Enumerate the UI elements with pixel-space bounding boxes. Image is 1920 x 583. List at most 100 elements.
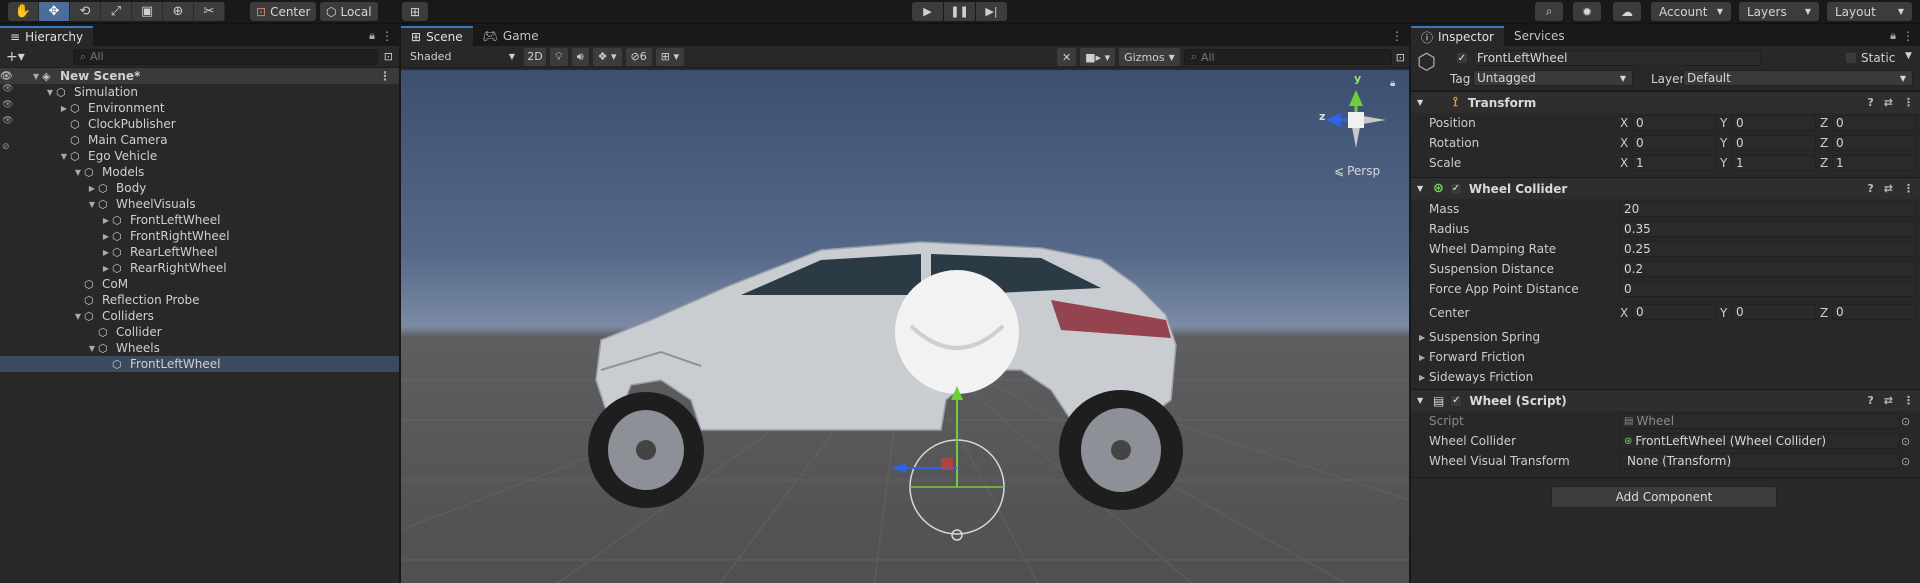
tab-services[interactable]: Services bbox=[1504, 26, 1575, 46]
hand-tool-icon[interactable]: ✋ bbox=[8, 2, 39, 21]
scale-tool-icon[interactable]: ⤢ bbox=[101, 2, 132, 21]
foldout[interactable]: ▶ Forward Friction bbox=[1411, 347, 1920, 367]
hidden-objects-toggle[interactable]: ⊘ 6 bbox=[625, 47, 652, 66]
rotate-tool-icon[interactable]: ⟲ bbox=[70, 2, 101, 21]
chevron-right-icon[interactable]: ▶ bbox=[1419, 353, 1425, 362]
wheel-collider-field[interactable]: 0 bbox=[1620, 281, 1916, 297]
cloud-button[interactable]: ☁ bbox=[1613, 2, 1641, 21]
transform-row-label[interactable]: Scale bbox=[1429, 156, 1461, 170]
grid-dropdown[interactable]: ⊞ ▾ bbox=[655, 47, 684, 66]
field-label[interactable]: Mass bbox=[1429, 202, 1459, 216]
chevron-down-icon[interactable]: ▼ bbox=[86, 344, 98, 353]
rect-tool-icon[interactable]: ▣ bbox=[132, 2, 163, 21]
rotation-y-field[interactable]: 0 bbox=[1732, 135, 1816, 151]
transform-row-label[interactable]: Rotation bbox=[1429, 136, 1479, 150]
lock-icon[interactable]: 🔒︎ bbox=[1890, 29, 1896, 43]
layer-dropdown[interactable]: Default ▼ bbox=[1683, 70, 1913, 86]
chevron-right-icon[interactable]: ▶ bbox=[58, 104, 70, 113]
rotation-x-field[interactable]: 0 bbox=[1632, 135, 1716, 151]
hidden-eye-icon[interactable]: ⊘ bbox=[2, 142, 10, 152]
chevron-down-icon[interactable]: ▼ bbox=[58, 152, 70, 161]
active-checkbox[interactable]: ✓ bbox=[1456, 52, 1468, 64]
hierarchy-item[interactable]: ▶ ⬡ FrontLeftWheel bbox=[0, 212, 399, 228]
lock-icon[interactable]: 🔒︎ bbox=[369, 29, 375, 43]
chevron-down-icon[interactable]: ▼ bbox=[30, 72, 42, 81]
chevron-right-icon[interactable]: ▶ bbox=[100, 264, 112, 273]
hierarchy-item[interactable]: ⬡ CoM bbox=[0, 276, 399, 292]
chevron-down-icon[interactable]: ▼ bbox=[1905, 51, 1912, 61]
scale-x-field[interactable]: 1 bbox=[1632, 155, 1716, 171]
wheel-collider-gizmo[interactable] bbox=[895, 270, 1019, 394]
chevron-right-icon[interactable]: ▶ bbox=[100, 216, 112, 225]
hierarchy-item[interactable]: ▼ ⬡ Colliders bbox=[0, 308, 399, 324]
hierarchy-item[interactable]: ▶ ⬡ Environment bbox=[0, 100, 399, 116]
wheel-collider-field[interactable]: 0.35 bbox=[1620, 221, 1916, 237]
chevron-right-icon[interactable]: ▶ bbox=[100, 232, 112, 241]
hierarchy-item[interactable]: ▶ ⬡ RearRightWheel bbox=[0, 260, 399, 276]
object-name-field[interactable]: FrontLeftWheel bbox=[1473, 50, 1761, 66]
hierarchy-item[interactable]: ▶ ⬡ FrontRightWheel bbox=[0, 228, 399, 244]
scene-viewport[interactable]: y z 🔒︎ ⩽ Persp bbox=[401, 70, 1409, 583]
step-button[interactable]: ▶| bbox=[976, 2, 1007, 21]
field-label[interactable]: Suspension Distance bbox=[1429, 262, 1554, 276]
collab-button[interactable]: ✹ bbox=[1573, 2, 1601, 21]
lighting-toggle[interactable]: 💡︎ bbox=[550, 47, 568, 66]
chevron-down-icon[interactable]: ▼ bbox=[72, 168, 84, 177]
center-x-field[interactable]: 0 bbox=[1632, 304, 1716, 320]
chevron-right-icon[interactable]: ▶ bbox=[1419, 333, 1425, 342]
mode-2d-button[interactable]: 2D bbox=[524, 47, 546, 66]
visibility-icon[interactable]: 👁︎ bbox=[2, 100, 13, 110]
transform-tool-icon[interactable]: ⊕ bbox=[163, 2, 194, 21]
tab-hierarchy[interactable]: ≡ Hierarchy bbox=[0, 26, 94, 46]
kebab-menu-icon[interactable]: ⋮ bbox=[1903, 394, 1914, 407]
add-component-button[interactable]: Add Component bbox=[1551, 486, 1777, 508]
wheel-script-header[interactable]: ▼ ▤ ✓ Wheel (Script) ? ⇄ ⋮ bbox=[1411, 389, 1920, 411]
account-dropdown[interactable]: Account ▼ bbox=[1651, 2, 1731, 21]
help-icon[interactable]: ? bbox=[1867, 182, 1873, 195]
scene-search-input[interactable]: ⌕ All bbox=[1183, 49, 1392, 65]
transform-header[interactable]: ▼ ⟟ Transform ? ⇄ ⋮ bbox=[1411, 91, 1920, 113]
static-checkbox[interactable] bbox=[1845, 52, 1857, 64]
scale-y-field[interactable]: 1 bbox=[1732, 155, 1816, 171]
hierarchy-item[interactable]: ▼ ⬡ Simulation bbox=[0, 84, 399, 100]
play-button[interactable]: ▶ bbox=[912, 2, 943, 21]
search-button[interactable]: ⌕ bbox=[1535, 2, 1563, 21]
visibility-icon[interactable]: 👁︎ bbox=[2, 84, 13, 94]
transform-row-label[interactable]: Position bbox=[1429, 116, 1476, 130]
chevron-down-icon[interactable]: ▼ bbox=[44, 88, 56, 97]
field-label[interactable]: Force App Point Distance bbox=[1429, 282, 1579, 296]
kebab-menu-icon[interactable]: ⋮ bbox=[1903, 96, 1914, 109]
camera-dropdown[interactable]: ■▸ ▾ bbox=[1080, 48, 1116, 66]
tools-button[interactable]: ✕ bbox=[1056, 48, 1077, 66]
gizmos-dropdown[interactable]: Gizmos ▼ bbox=[1119, 48, 1180, 66]
object-field[interactable]: None (Transform) bbox=[1620, 453, 1900, 469]
custom-tool-icon[interactable]: ✂ bbox=[194, 2, 225, 21]
kebab-menu-icon[interactable]: ⋮ bbox=[1903, 182, 1914, 195]
tab-inspector[interactable]: ⓘ Inspector bbox=[1411, 26, 1504, 46]
visibility-icon[interactable]: 👁︎ bbox=[2, 116, 13, 126]
tag-dropdown[interactable]: Untagged ▼ bbox=[1473, 70, 1633, 86]
grid-snap-button[interactable]: ⊞ bbox=[402, 2, 428, 21]
layout-dropdown[interactable]: Layout ▼ bbox=[1827, 2, 1912, 21]
hierarchy-item[interactable]: ⬡ Reflection Probe bbox=[0, 292, 399, 308]
hierarchy-item[interactable]: ⬡ ClockPublisher bbox=[0, 116, 399, 132]
wheel-script-enabled-checkbox[interactable]: ✓ bbox=[1450, 394, 1463, 407]
hierarchy-item[interactable]: ▶ ⬡ RearLeftWheel bbox=[0, 244, 399, 260]
center-y-field[interactable]: 0 bbox=[1732, 304, 1816, 320]
rotation-z-field[interactable]: 0 bbox=[1832, 135, 1916, 151]
chevron-down-icon[interactable]: ▼ bbox=[86, 200, 98, 209]
field-label[interactable]: Wheel Damping Rate bbox=[1429, 242, 1556, 256]
wheel-collider-header[interactable]: ▼ ⊛ ✓ Wheel Collider ? ⇄ ⋮ bbox=[1411, 177, 1920, 199]
hierarchy-search-input[interactable]: ⌕ All bbox=[72, 48, 378, 65]
pivot-mode-button[interactable]: ⊡ Center bbox=[250, 2, 317, 21]
object-picker-icon[interactable]: ⊙ bbox=[1901, 415, 1910, 428]
hierarchy-item[interactable]: ⬡ Collider bbox=[0, 324, 399, 340]
foldout[interactable]: ▶ Sideways Friction bbox=[1411, 367, 1920, 387]
chevron-right-icon[interactable]: ▶ bbox=[100, 248, 112, 257]
shading-mode-dropdown[interactable]: Shaded ▼ bbox=[405, 47, 520, 66]
kebab-menu-icon[interactable]: ⋮ bbox=[379, 69, 391, 83]
add-icon[interactable]: +▾ bbox=[6, 49, 25, 65]
hierarchy-item[interactable]: ▼ ⬡ Wheels bbox=[0, 340, 399, 356]
kebab-menu-icon[interactable]: ⋮ bbox=[381, 29, 393, 43]
wheel-collider-field[interactable]: 0.25 bbox=[1620, 241, 1916, 257]
